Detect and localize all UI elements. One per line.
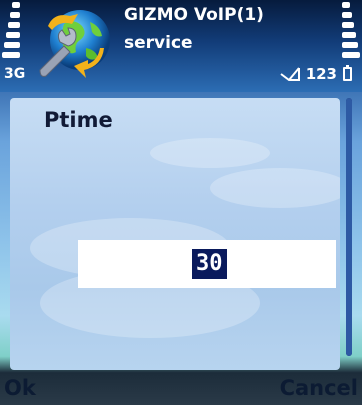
- message-count: 123: [305, 65, 337, 83]
- indicator-group: 123: [280, 64, 352, 84]
- scroll-thumb[interactable]: [346, 98, 352, 356]
- message-indicator-icon: [280, 67, 300, 81]
- ptime-input[interactable]: 30: [78, 240, 336, 288]
- cancel-softkey[interactable]: Cancel: [280, 376, 358, 400]
- app-title: GIZMO VoIP(1): [124, 5, 264, 25]
- background-cloud: [150, 138, 270, 168]
- phone-screen: 3G GIZMO VoIP(1) service 123 Ptime 30 Ok…: [0, 0, 362, 405]
- app-subtitle: service: [124, 33, 193, 53]
- globe-wrench-icon: [39, 10, 110, 78]
- battery-icon: [343, 65, 352, 81]
- signal-strength-icon: [2, 2, 20, 58]
- status-area: 3G GIZMO VoIP(1) service 123: [0, 0, 362, 92]
- ptime-value-selected[interactable]: 30: [192, 249, 227, 279]
- battery-level-icon: [342, 2, 360, 58]
- network-type-label: 3G: [4, 66, 26, 82]
- background-cloud: [210, 168, 340, 208]
- scrollbar[interactable]: [346, 98, 352, 356]
- dialog-title: Ptime: [44, 108, 113, 132]
- softkey-bar: Ok Cancel: [0, 372, 362, 405]
- ptime-dialog: Ptime 30: [10, 98, 340, 370]
- ok-softkey[interactable]: Ok: [4, 376, 36, 400]
